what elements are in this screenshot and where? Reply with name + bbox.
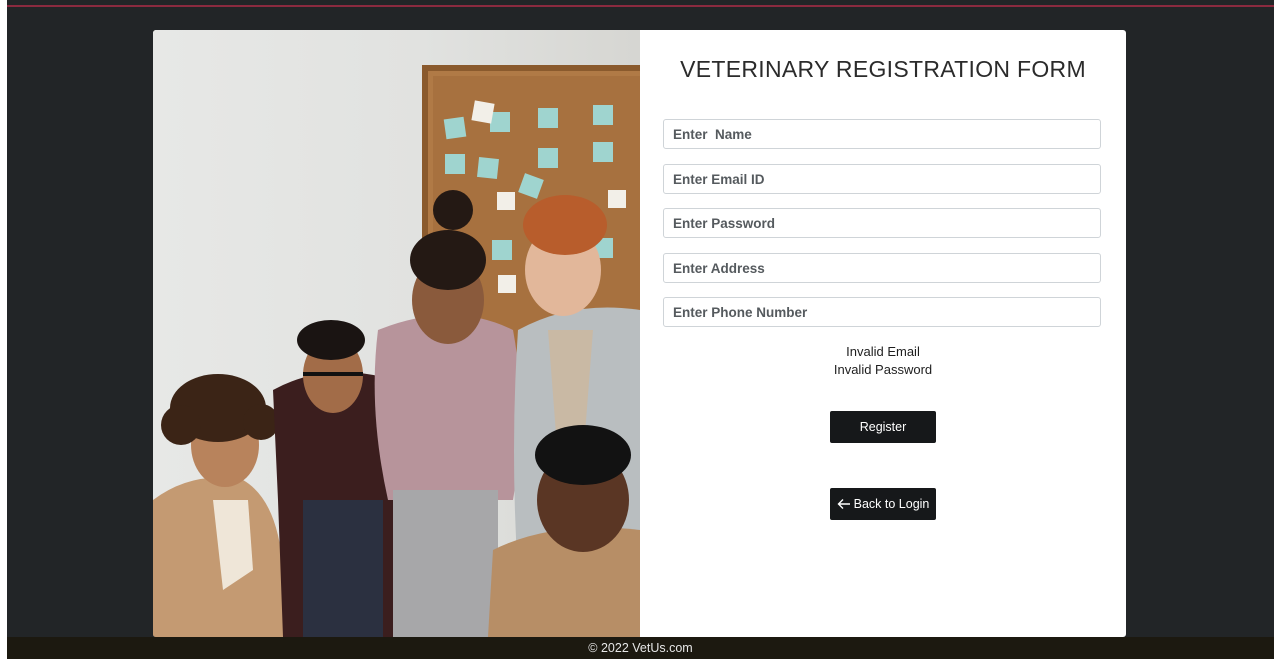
form-title: VETERINARY REGISTRATION FORM — [680, 56, 1086, 82]
copyright-text: © 2022 VetUs.com — [588, 641, 693, 655]
top-accent-line — [7, 5, 1274, 7]
team-photo — [153, 30, 640, 637]
back-to-login-button[interactable]: Back to Login — [830, 488, 936, 520]
register-label: Register — [859, 420, 907, 434]
password-input[interactable] — [663, 208, 1101, 238]
register-button[interactable]: Register — [830, 411, 936, 443]
footer: © 2022 VetUs.com — [7, 637, 1274, 659]
registration-card: VETERINARY REGISTRATION FORM Invalid Ema… — [153, 30, 1126, 637]
name-input[interactable] — [663, 119, 1101, 149]
address-input[interactable] — [663, 253, 1101, 283]
email-input[interactable] — [663, 164, 1101, 194]
password-error: Invalid Password — [833, 362, 933, 377]
left-arrow-icon — [837, 498, 851, 510]
email-error: Invalid Email — [846, 344, 920, 359]
registration-form: VETERINARY REGISTRATION FORM Invalid Ema… — [640, 30, 1126, 637]
phone-input[interactable] — [663, 297, 1101, 327]
error-messages: Invalid Email Invalid Password — [640, 343, 1126, 379]
team-photo-illustration — [153, 65, 640, 637]
back-to-login-label: Back to Login — [853, 497, 930, 511]
page-background: VETERINARY REGISTRATION FORM Invalid Ema… — [7, 0, 1274, 659]
